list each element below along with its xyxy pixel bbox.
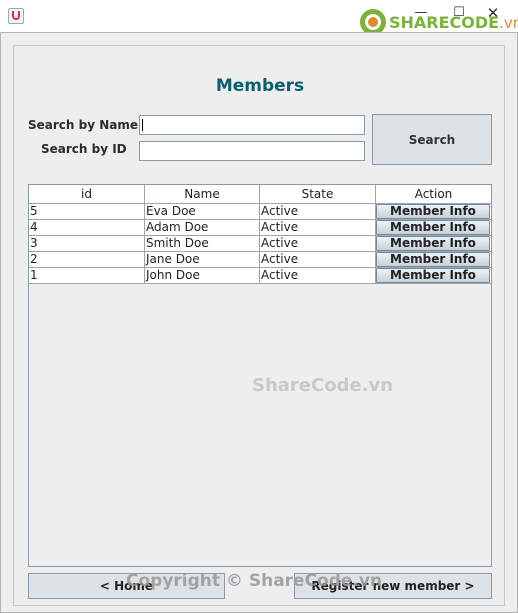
table-row[interactable]: 2 Jane Doe Active Member Info: [29, 252, 491, 268]
text-caret: [142, 119, 143, 131]
cell-name[interactable]: Jane Doe: [145, 252, 260, 268]
search-by-name-input[interactable]: [139, 115, 365, 135]
maximize-icon[interactable]: ☐: [452, 6, 466, 20]
column-header-state[interactable]: State: [260, 185, 376, 204]
table-row[interactable]: 5 Eva Doe Active Member Info: [29, 204, 491, 220]
title-bar: SHARECODE.vn — ☐ ✕: [0, 0, 518, 35]
cell-name[interactable]: Adam Doe: [145, 220, 260, 236]
cell-action: Member Info: [376, 268, 491, 284]
cell-action: Member Info: [376, 236, 491, 252]
close-icon[interactable]: ✕: [486, 6, 500, 21]
minimize-icon[interactable]: —: [414, 6, 428, 20]
cell-name[interactable]: Smith Doe: [145, 236, 260, 252]
page-title: Members: [215, 76, 305, 96]
cell-state[interactable]: Active: [260, 204, 376, 220]
member-info-button[interactable]: Member Info: [376, 220, 490, 235]
search-button[interactable]: Search: [372, 114, 492, 165]
table-row[interactable]: 3 Smith Doe Active Member Info: [29, 236, 491, 252]
cell-id[interactable]: 4: [29, 220, 145, 236]
cell-name[interactable]: Eva Doe: [145, 204, 260, 220]
column-header-id[interactable]: id: [29, 185, 145, 204]
cell-state[interactable]: Active: [260, 268, 376, 284]
member-info-button[interactable]: Member Info: [376, 268, 490, 283]
cell-action: Member Info: [376, 252, 491, 268]
member-info-button[interactable]: Member Info: [376, 252, 490, 267]
logo-brand: SHARECODE: [389, 12, 500, 32]
watermark-text: ShareCode.vn: [252, 375, 394, 396]
search-by-id-input[interactable]: [139, 141, 365, 161]
copyright-watermark: Copyright © ShareCode.vn: [126, 571, 383, 591]
member-info-button[interactable]: Member Info: [376, 204, 490, 219]
cell-name[interactable]: John Doe: [145, 268, 260, 284]
table-row[interactable]: 4 Adam Doe Active Member Info: [29, 220, 491, 236]
cell-action: Member Info: [376, 220, 491, 236]
search-by-name-label: Search by Name: [28, 118, 139, 132]
cell-state[interactable]: Active: [260, 252, 376, 268]
cell-state[interactable]: Active: [260, 220, 376, 236]
members-panel: Members Search by Name Search by ID Sear…: [13, 45, 505, 606]
member-info-button[interactable]: Member Info: [376, 236, 490, 251]
window-frame: Members Search by Name Search by ID Sear…: [0, 32, 518, 613]
table-header: id Name State Action: [29, 185, 491, 204]
search-by-id-label: Search by ID: [41, 142, 127, 156]
cell-state[interactable]: Active: [260, 236, 376, 252]
cell-id[interactable]: 2: [29, 252, 145, 268]
cell-id[interactable]: 1: [29, 268, 145, 284]
cell-id[interactable]: 3: [29, 236, 145, 252]
column-header-action[interactable]: Action: [376, 185, 491, 204]
logo-domain: .vn: [499, 13, 518, 32]
column-header-name[interactable]: Name: [145, 185, 260, 204]
cell-action: Member Info: [376, 204, 491, 220]
table-row[interactable]: 1 John Doe Active Member Info: [29, 268, 491, 284]
java-app-icon: [8, 8, 24, 24]
cell-id[interactable]: 5: [29, 204, 145, 220]
